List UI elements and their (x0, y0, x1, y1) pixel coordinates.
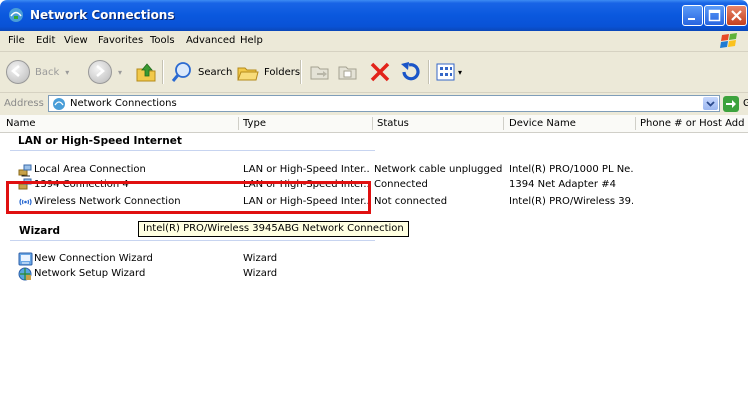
column-header-row: Name Type Status Device Name Phone # or … (0, 115, 748, 133)
views-dropdown-icon[interactable]: ▾ (458, 68, 462, 77)
cell-type: Wizard (243, 253, 278, 264)
menu-favorites[interactable]: Favorites (98, 35, 143, 46)
column-phone-host[interactable]: Phone # or Host Address (640, 118, 745, 129)
cell-type: Wizard (243, 268, 278, 279)
group-divider (10, 150, 375, 151)
column-status[interactable]: Status (377, 118, 497, 129)
move-to-button[interactable] (308, 58, 332, 86)
column-device-name[interactable]: Device Name (509, 118, 631, 129)
address-label: Address (4, 98, 44, 109)
column-name[interactable]: Name (6, 118, 236, 129)
cell-name: New Connection Wizard (34, 253, 153, 264)
copy-to-button[interactable] (336, 58, 360, 86)
cell-type: LAN or High-Speed Inter... (243, 164, 369, 175)
column-type[interactable]: Type (243, 118, 369, 129)
minimize-icon (688, 18, 695, 20)
views-icon (436, 63, 455, 81)
delete-icon (370, 62, 390, 82)
up-folder-icon (136, 63, 156, 82)
folders-icon (237, 67, 259, 81)
cell-device-name: 1394 Net Adapter #4 (509, 179, 616, 190)
toolbar: Back ▾ ▾ Search Folders ▾ (0, 52, 748, 93)
connections-list: Name Type Status Device Name Phone # or … (0, 115, 748, 396)
network-connections-icon (53, 98, 65, 110)
maximize-icon (708, 9, 721, 22)
forward-button[interactable]: ▾ (88, 58, 122, 86)
cell-status: Connected (374, 179, 428, 190)
cell-status: Network cable unplugged (374, 164, 502, 175)
group-divider (10, 240, 375, 241)
cell-name: Network Setup Wizard (34, 268, 146, 279)
move-to-icon (310, 66, 329, 80)
group-title-wizard: Wizard (19, 225, 61, 237)
maximize-button[interactable] (704, 5, 725, 26)
cell-name: Local Area Connection (34, 164, 146, 175)
menu-tools[interactable]: Tools (150, 35, 175, 46)
list-item[interactable]: Network Setup Wizard Wizard (0, 266, 748, 282)
menu-view[interactable]: View (64, 35, 88, 46)
cell-status: Not connected (374, 196, 448, 207)
delete-button[interactable] (368, 58, 392, 86)
copy-to-icon (338, 66, 357, 80)
address-bar: Address Network Connections Go (0, 93, 748, 116)
close-button[interactable] (726, 5, 747, 26)
undo-button[interactable] (398, 58, 422, 86)
address-dropdown-button[interactable] (703, 97, 718, 110)
cell-device-name: Intel(R) PRO/Wireless 39... (509, 196, 633, 207)
back-dropdown-icon[interactable]: ▾ (65, 68, 69, 77)
list-item[interactable]: New Connection Wizard Wizard (0, 251, 748, 267)
address-value: Network Connections (70, 98, 177, 109)
views-button[interactable]: ▾ (436, 58, 462, 86)
go-button[interactable] (723, 96, 739, 112)
menu-edit[interactable]: Edit (36, 35, 55, 46)
device-tooltip: Intel(R) PRO/Wireless 3945ABG Network Co… (138, 221, 409, 237)
search-icon (171, 62, 191, 82)
go-label[interactable]: Go (743, 98, 748, 109)
close-icon (731, 10, 742, 21)
forward-dropdown-icon[interactable]: ▾ (118, 68, 122, 77)
title-bar[interactable]: Network Connections (0, 0, 748, 31)
window-title: Network Connections (30, 8, 175, 22)
back-arrow-icon (6, 60, 30, 84)
group-title-lan: LAN or High-Speed Internet (18, 135, 182, 147)
new-connection-wizard-icon (18, 252, 33, 266)
windows-logo-icon (720, 33, 737, 48)
folders-label: Folders (264, 66, 301, 78)
cell-device-name: Intel(R) PRO/1000 PL Ne... (509, 164, 633, 175)
list-item[interactable]: Local Area Connection LAN or High-Speed … (0, 162, 748, 178)
folders-button[interactable]: Folders (236, 58, 300, 86)
undo-icon (401, 62, 420, 81)
chevron-down-icon (706, 101, 715, 107)
highlight-box (6, 181, 371, 214)
back-button[interactable]: Back ▾ (6, 58, 69, 86)
back-label: Back (35, 66, 60, 78)
search-label: Search (198, 66, 233, 78)
go-arrow-icon (726, 100, 736, 108)
network-setup-wizard-icon (18, 267, 32, 281)
up-folder-button[interactable] (134, 58, 158, 86)
network-connections-icon (9, 8, 23, 22)
menu-advanced[interactable]: Advanced (186, 35, 235, 46)
search-button[interactable]: Search (170, 58, 232, 86)
minimize-button[interactable] (682, 5, 703, 26)
lan-connection-icon (18, 164, 32, 177)
menu-file[interactable]: File (8, 35, 25, 46)
address-field[interactable]: Network Connections (48, 95, 720, 112)
menu-help[interactable]: Help (240, 35, 263, 46)
forward-arrow-icon (88, 60, 112, 84)
menu-bar: File Edit View Favorites Tools Advanced … (0, 31, 748, 52)
network-connections-window: Network Connections File Edit View Favor… (0, 0, 748, 396)
